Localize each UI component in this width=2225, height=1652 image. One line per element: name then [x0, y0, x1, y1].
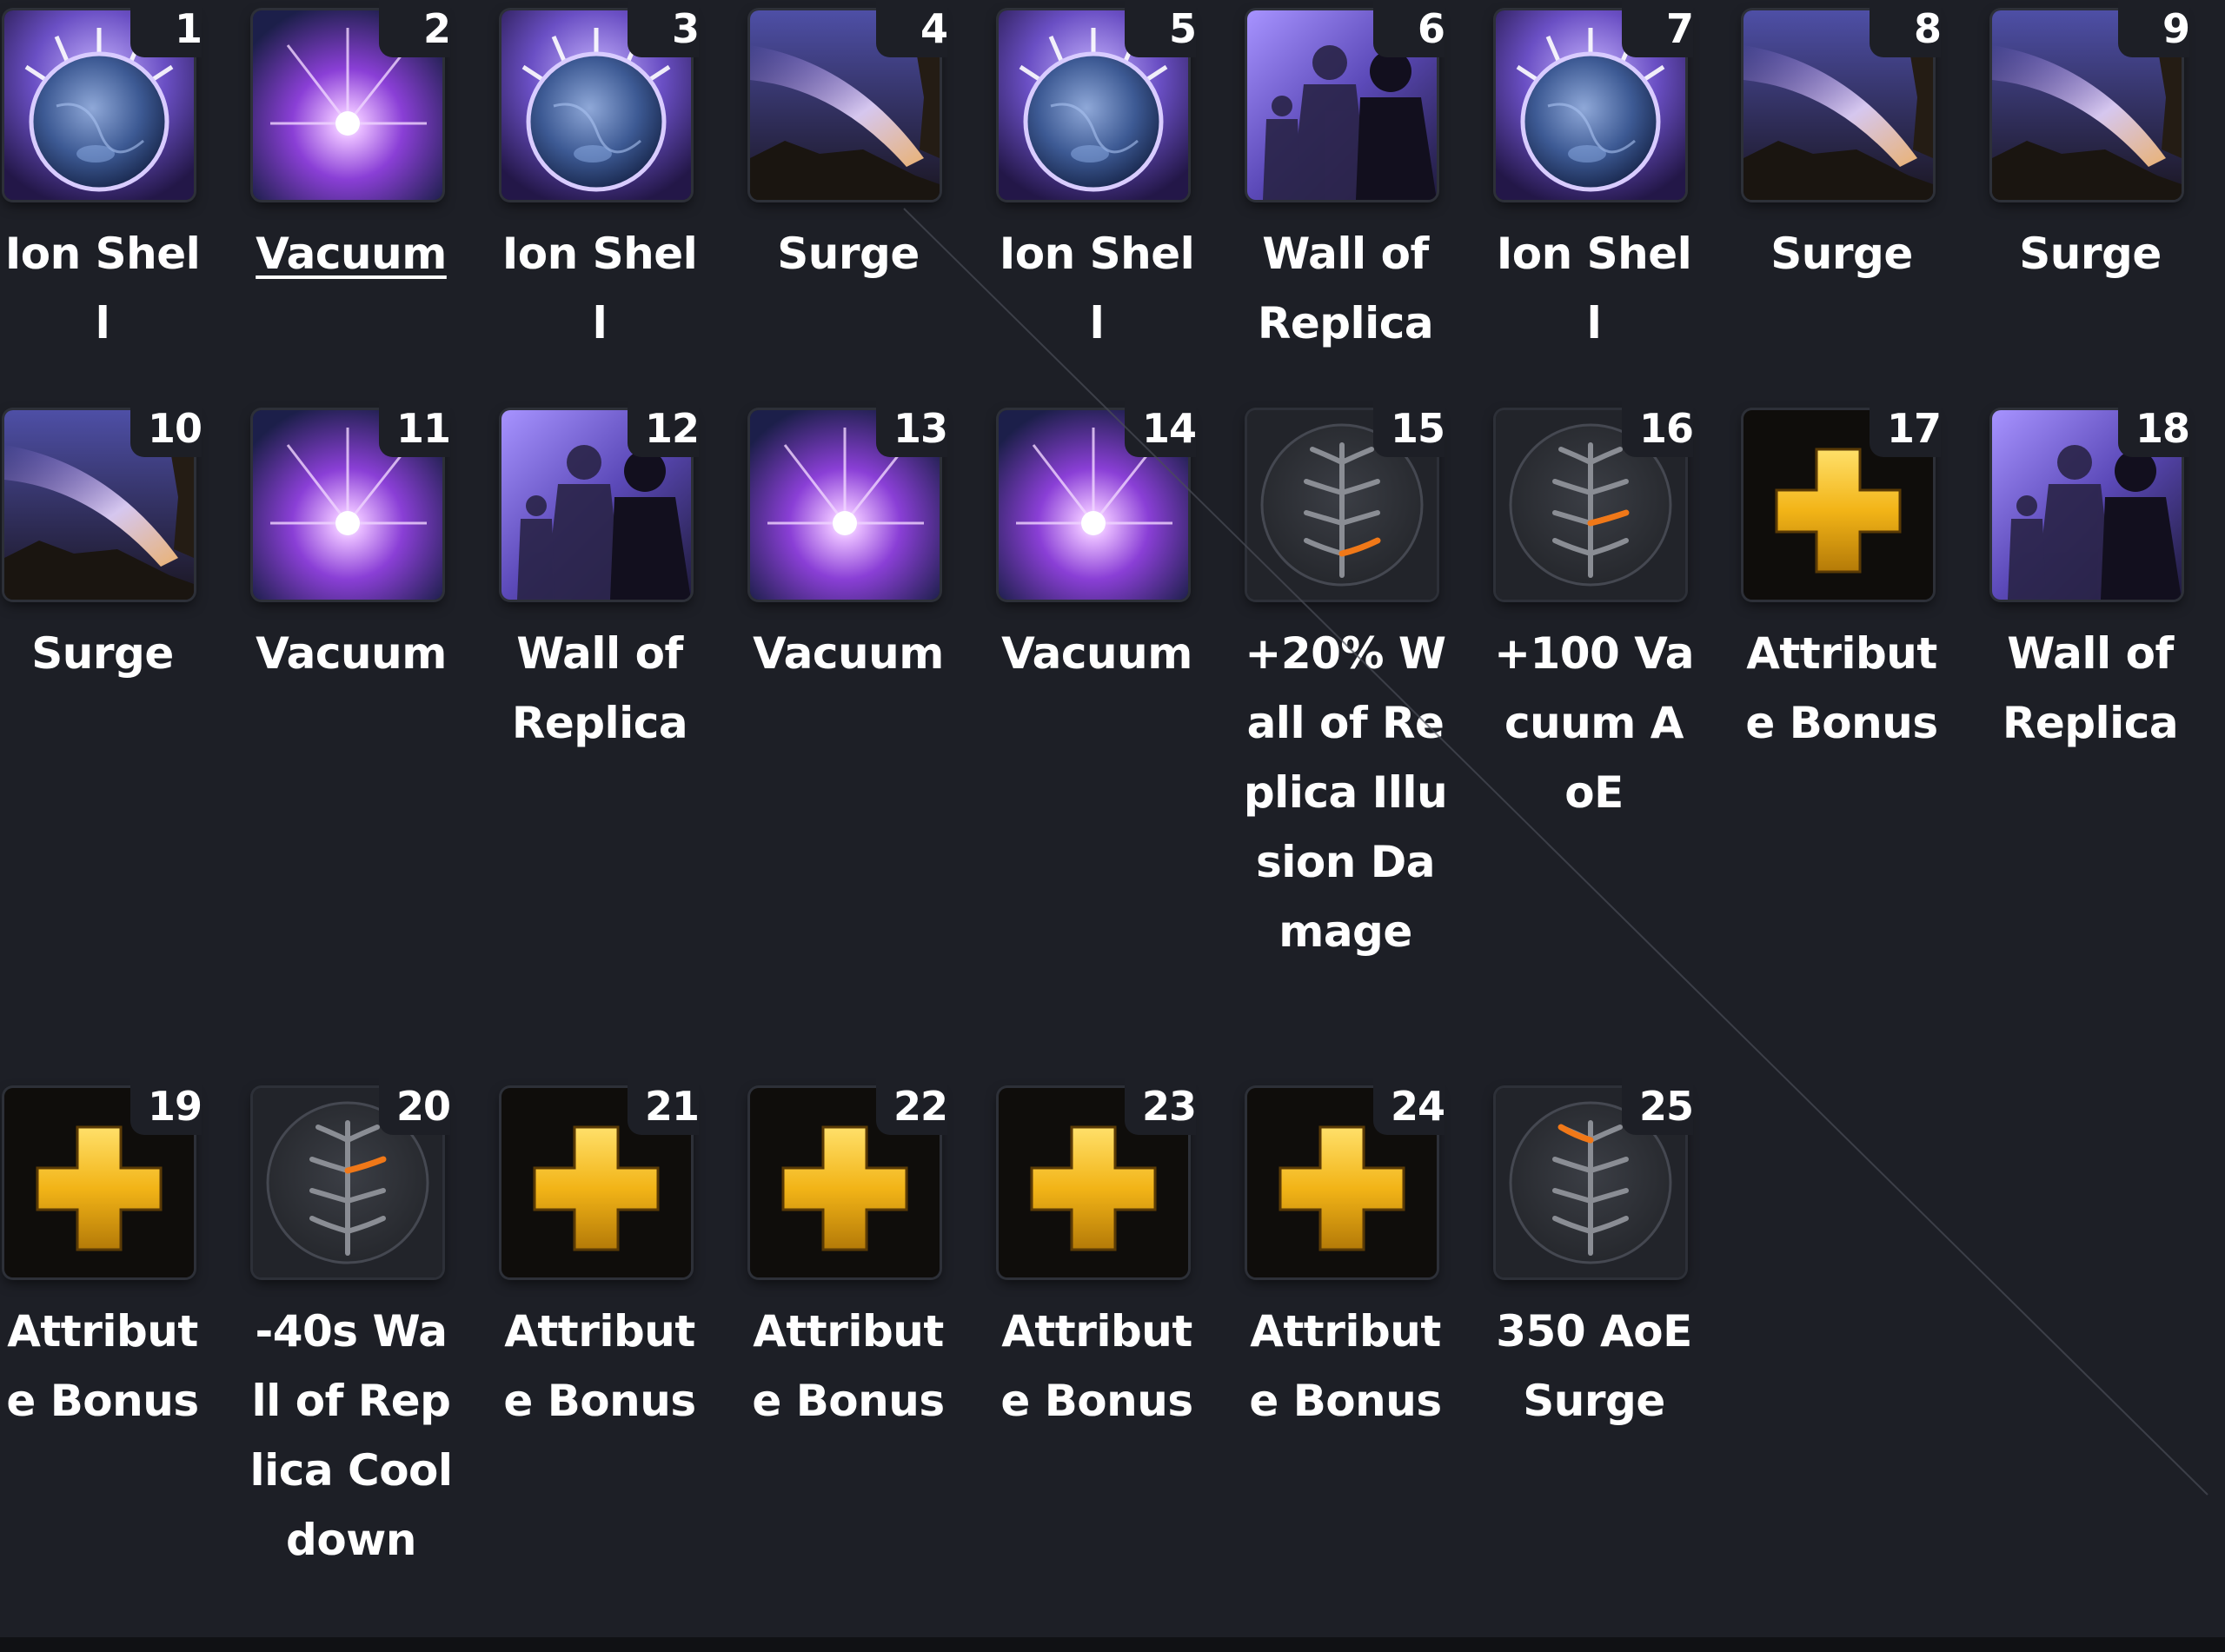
ability-label: Attribute Bonus	[503, 1306, 696, 1426]
ability-label: Attribute Bonus	[6, 1306, 199, 1426]
level-number: 15	[1373, 400, 1445, 457]
ability-label: Surge	[31, 628, 174, 679]
ability-label: Vacuum	[753, 628, 944, 679]
level-number: 24	[1373, 1078, 1445, 1135]
level-number: 7	[1622, 0, 1694, 57]
ability-label: Ion Shell	[4, 229, 201, 348]
level-number: 16	[1622, 400, 1694, 457]
level-number: 5	[1125, 0, 1197, 57]
level-number: 9	[2118, 0, 2190, 57]
ability-label: +20% Wall of Replica Illusion Damage	[1243, 628, 1448, 957]
ability-label: Ion Shell	[501, 229, 698, 348]
level-number: 22	[876, 1078, 948, 1135]
level-number: 3	[628, 0, 700, 57]
level-number: 8	[1870, 0, 1942, 57]
ability-label: +100 Vacuum AoE	[1494, 628, 1694, 818]
ability-label: Surge	[1770, 229, 1913, 279]
level-number: 18	[2118, 400, 2190, 457]
ability-label: Surge	[2019, 229, 2162, 279]
level-number: 2	[379, 0, 451, 57]
ability-label: Surge	[777, 229, 920, 279]
level-number: 11	[379, 400, 451, 457]
level-number: 20	[379, 1078, 451, 1135]
ability-link[interactable]: Vacuum	[249, 219, 454, 289]
level-number: 10	[130, 400, 203, 457]
ability-label: Ion Shell	[1496, 229, 1692, 348]
ability-label: -40s Wall of Replica Cooldown	[249, 1306, 453, 1565]
ability-label: 350 AoE Surge	[1496, 1306, 1692, 1426]
ability-label: Wall of Replica	[511, 628, 688, 748]
level-number: 12	[628, 400, 700, 457]
ability-label: Attribute Bonus	[1000, 1306, 1193, 1426]
level-number: 23	[1125, 1078, 1197, 1135]
ability-label: Wall of Replica	[2002, 628, 2179, 748]
level-number: 6	[1373, 0, 1445, 57]
level-number: 1	[130, 0, 203, 57]
level-number: 4	[876, 0, 948, 57]
ability-label: Attribute Bonus	[752, 1306, 945, 1426]
level-number: 14	[1125, 400, 1197, 457]
level-number: 21	[628, 1078, 700, 1135]
level-number: 25	[1622, 1078, 1694, 1135]
bottom-edge-bar	[0, 1637, 2225, 1652]
ability-label: Wall of Replica	[1257, 229, 1434, 348]
skill-build-grid: 1 Ion Shell 2 Vacuum 3 Ion Shell 4 Surge	[0, 0, 2225, 1652]
ability-label: Attribute Bonus	[1249, 1306, 1442, 1426]
ability-label: Vacuum	[1001, 628, 1192, 679]
level-number: 13	[876, 400, 948, 457]
level-number: 19	[130, 1078, 203, 1135]
level-number: 17	[1870, 400, 1942, 457]
ability-label: Ion Shell	[999, 229, 1195, 348]
ability-label: Attribute Bonus	[1745, 628, 1938, 748]
ability-label: Vacuum	[256, 628, 447, 679]
